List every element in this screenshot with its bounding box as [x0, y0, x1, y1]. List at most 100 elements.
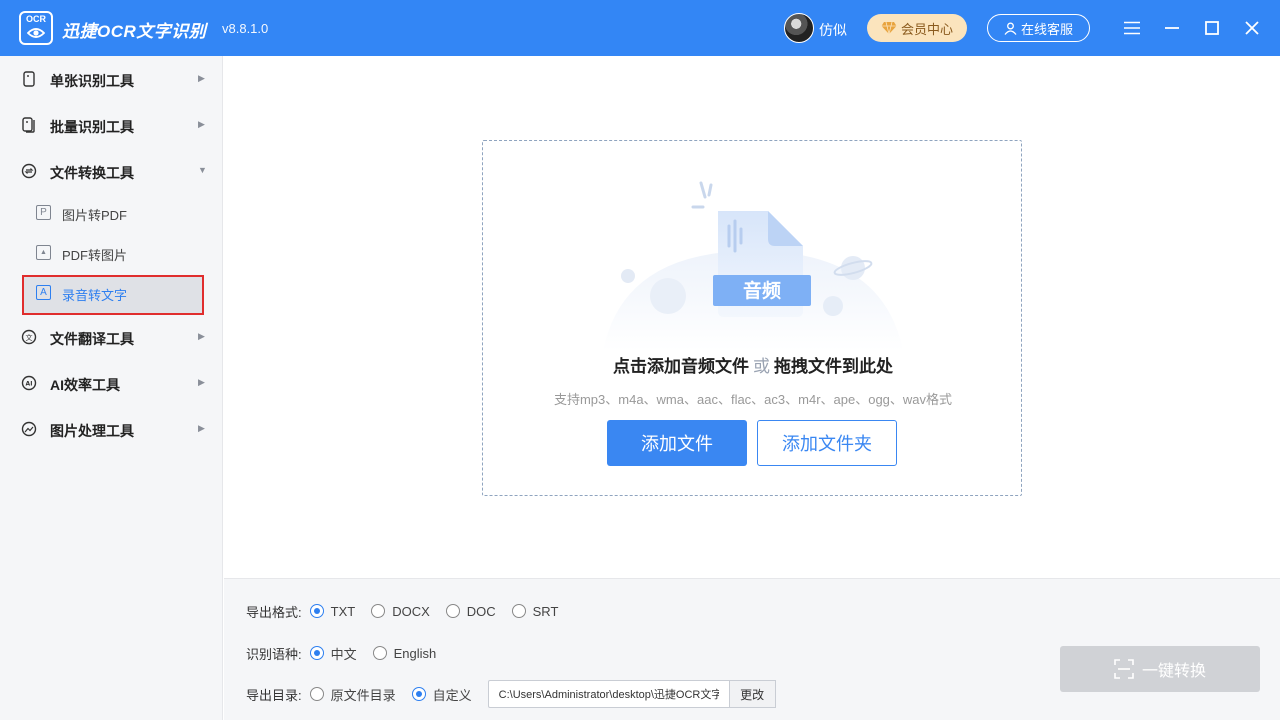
- language-radio-english[interactable]: English: [372, 645, 437, 661]
- radio-dot: [371, 604, 386, 618]
- image-process-icon: [21, 421, 37, 437]
- nav-batch-recognition[interactable]: 批量识别工具 ▶: [0, 105, 223, 145]
- convert-button[interactable]: 一键转换: [1060, 646, 1260, 692]
- radio-label: 中文: [330, 646, 357, 662]
- language-label: 识别语种:: [246, 646, 302, 662]
- hamburger-icon: [1124, 21, 1140, 35]
- chevron-right-icon: ▶: [198, 119, 205, 129]
- radio-label: 自定义: [432, 687, 472, 703]
- chevron-right-icon: ▶: [198, 377, 205, 387]
- convert-label: 一键转换: [1141, 663, 1206, 680]
- convert-icon: [21, 163, 37, 179]
- nav-label: 批量识别工具: [50, 119, 134, 135]
- settings-panel: 导出格式: TXT DOCX DOC SRT 识别语种: 中文 English …: [224, 578, 1280, 720]
- nav-label: 文件转换工具: [50, 165, 134, 181]
- radio-dot: [309, 646, 324, 660]
- logo-text: OCR: [26, 14, 46, 24]
- sidebar: 单张识别工具 ▶ 批量识别工具 ▶ 文件转换工具 ▼ P 图片转PDF ▲ PD…: [0, 56, 223, 720]
- title-bar: OCR 迅捷OCR文字识别 v8.8.1.0 仿似 会员中心 在线客服: [0, 0, 1280, 56]
- nav-label: 文件翻译工具: [50, 331, 134, 347]
- drop-zone[interactable]: 音频 点击添加音频文件或拖拽文件到此处 支持mp3、m4a、wma、aac、fl…: [482, 140, 1022, 496]
- format-radio-doc[interactable]: DOC: [445, 603, 496, 619]
- nav-file-translation[interactable]: 文 文件翻译工具 ▶: [0, 317, 223, 357]
- export-format-row: 导出格式: TXT DOCX DOC SRT: [246, 601, 574, 621]
- format-radio-docx[interactable]: DOCX: [371, 604, 430, 619]
- output-path-input[interactable]: [487, 680, 730, 708]
- app-name: 迅捷OCR文字识别: [62, 22, 207, 41]
- app-logo: OCR: [19, 11, 53, 45]
- svg-text:AI: AI: [26, 381, 33, 388]
- vip-center-button[interactable]: 会员中心: [867, 14, 967, 42]
- avatar[interactable]: [784, 13, 814, 43]
- user-icon: [1004, 22, 1017, 35]
- close-icon: [1245, 21, 1259, 35]
- close-button[interactable]: [1238, 14, 1266, 42]
- ai-icon: AI: [21, 375, 37, 391]
- drop-zone-title[interactable]: 点击添加音频文件或拖拽文件到此处: [483, 352, 1023, 377]
- radio-label: DOCX: [392, 603, 430, 619]
- nav-label: 图片处理工具: [50, 423, 134, 439]
- language-radio-chinese[interactable]: 中文: [309, 644, 357, 663]
- radio-dot: [309, 604, 324, 618]
- nav-image-processing[interactable]: 图片处理工具 ▶: [0, 409, 223, 449]
- minimize-button[interactable]: [1158, 14, 1186, 42]
- output-dir-row: 导出目录: 原文件目录 自定义 更改: [246, 679, 776, 709]
- nav-file-conversion[interactable]: 文件转换工具 ▼: [0, 151, 223, 191]
- radio-label: DOC: [466, 603, 496, 619]
- maximize-button[interactable]: [1198, 14, 1226, 42]
- drop-title-or: 或: [753, 357, 770, 376]
- batch-file-icon: [22, 117, 35, 133]
- sub-item-label: 图片转PDF: [62, 208, 128, 223]
- dir-radio-original[interactable]: 原文件目录: [309, 685, 396, 704]
- radio-dot: [372, 646, 387, 660]
- supported-formats-hint: 支持mp3、m4a、wma、aac、flac、ac3、m4r、ape、ogg、w…: [553, 392, 953, 407]
- nav-ai-tools[interactable]: AI AI效率工具 ▶: [0, 363, 223, 403]
- drop-title-main: 点击添加音频文件: [613, 357, 749, 376]
- translate-icon: 文: [21, 329, 37, 345]
- nav-label: 单张识别工具: [50, 73, 134, 89]
- chevron-down-icon: ▼: [198, 165, 207, 175]
- radio-label: 原文件目录: [330, 687, 396, 703]
- diamond-icon: [881, 21, 897, 35]
- sub-item-audio-to-text[interactable]: A 录音转文字: [22, 275, 204, 315]
- radio-label: TXT: [330, 603, 356, 619]
- change-dir-button[interactable]: 更改: [729, 680, 776, 708]
- scan-icon: [1114, 659, 1134, 679]
- add-file-button[interactable]: 添加文件: [607, 420, 747, 466]
- radio-label: English: [393, 645, 437, 661]
- radio-dot: [309, 687, 324, 701]
- radio-dot: [511, 604, 526, 618]
- add-folder-button[interactable]: 添加文件夹: [757, 420, 897, 466]
- radio-dot: [445, 604, 460, 618]
- chevron-right-icon: ▶: [198, 73, 205, 83]
- username[interactable]: 仿似: [819, 20, 847, 40]
- sub-item-image-to-pdf[interactable]: P 图片转PDF: [22, 195, 204, 231]
- nav-single-recognition[interactable]: 单张识别工具 ▶: [0, 59, 223, 99]
- single-file-icon: [23, 71, 35, 87]
- sub-item-label: 录音转文字: [62, 288, 128, 303]
- format-radio-srt[interactable]: SRT: [511, 603, 559, 619]
- nav-label: AI效率工具: [50, 377, 120, 393]
- online-service-button[interactable]: 在线客服: [987, 14, 1090, 42]
- text-file-icon: A: [36, 285, 51, 300]
- maximize-icon: [1205, 21, 1219, 35]
- sub-item-pdf-to-image[interactable]: ▲ PDF转图片: [22, 235, 204, 271]
- vip-center-label: 会员中心: [900, 21, 953, 37]
- sub-item-label: PDF转图片: [62, 248, 128, 263]
- radio-label: SRT: [532, 603, 559, 619]
- format-radio-txt[interactable]: TXT: [309, 603, 356, 619]
- audio-badge-label: 音频: [743, 279, 781, 302]
- audio-file-illustration: 音频: [603, 181, 903, 351]
- radio-dot: [411, 687, 426, 701]
- menu-button[interactable]: [1118, 14, 1146, 42]
- image-file-icon: ▲: [36, 245, 51, 260]
- dir-radio-custom[interactable]: 自定义: [411, 685, 472, 704]
- drop-title-drag: 拖拽文件到此处: [774, 357, 893, 376]
- online-service-label: 在线客服: [1020, 21, 1073, 37]
- language-row: 识别语种: 中文 English: [246, 643, 452, 663]
- chevron-right-icon: ▶: [198, 423, 205, 433]
- eye-icon: [27, 28, 45, 38]
- svg-text:文: 文: [26, 333, 33, 342]
- chevron-right-icon: ▶: [198, 331, 205, 341]
- export-format-label: 导出格式:: [246, 604, 302, 620]
